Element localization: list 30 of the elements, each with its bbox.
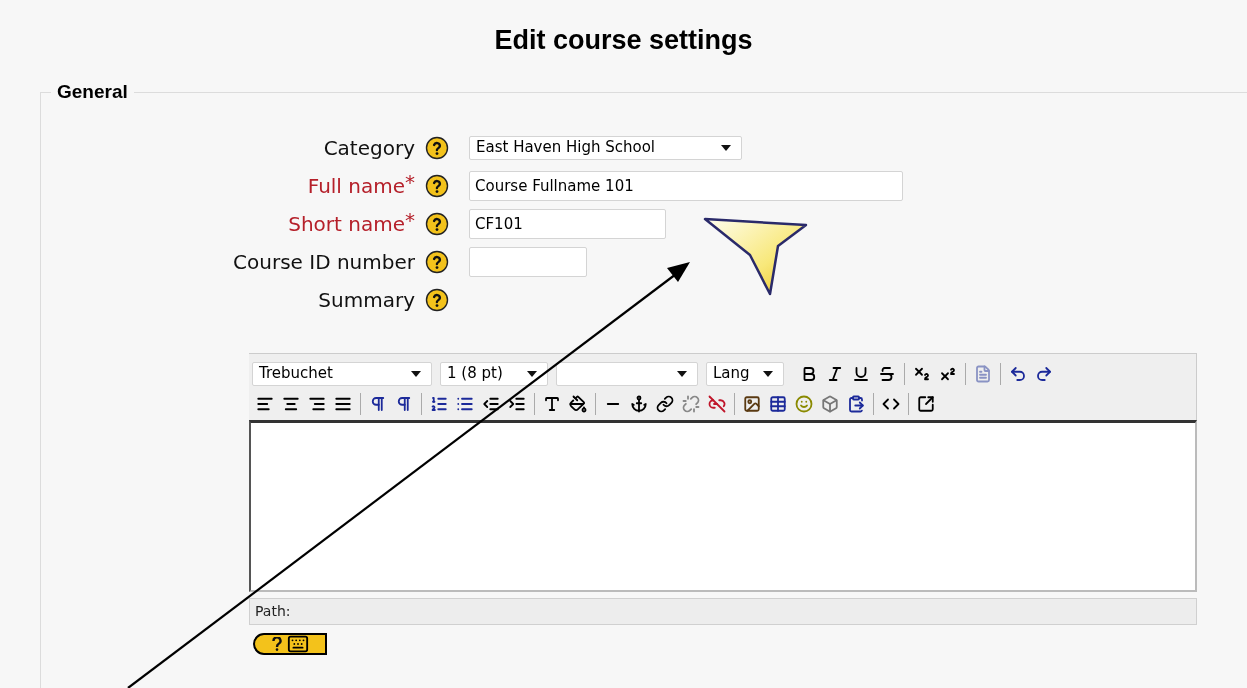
section-legend: General xyxy=(51,78,134,107)
field-label: Full name xyxy=(307,172,405,200)
font-select[interactable]: Trebuchet xyxy=(252,361,432,386)
caret-icon xyxy=(677,370,687,377)
help-icon[interactable] xyxy=(425,249,449,274)
text-field[interactable] xyxy=(469,246,587,277)
size-select[interactable]: 1 (8 pt) xyxy=(440,361,548,386)
field-label: Category xyxy=(323,134,415,162)
required-mark: * xyxy=(405,209,415,230)
caret-icon xyxy=(527,370,537,377)
text-field[interactable]: CF101 xyxy=(469,208,666,239)
caret-icon xyxy=(763,370,773,377)
required-mark: * xyxy=(405,171,415,192)
field-label: Course ID number xyxy=(233,248,415,276)
lang-select[interactable]: Lang xyxy=(706,361,784,386)
page-title: Edit course settings xyxy=(494,23,753,57)
keyboard-help-button[interactable] xyxy=(253,632,327,655)
help-icon[interactable] xyxy=(425,287,449,312)
category-select[interactable]: East Haven High School xyxy=(469,135,742,160)
editor-text-area[interactable] xyxy=(249,419,1197,592)
help-icon[interactable] xyxy=(425,135,449,160)
question-mark-icon xyxy=(271,636,283,651)
help-icon[interactable] xyxy=(425,211,449,236)
path-label: Path: xyxy=(255,601,291,621)
field-label: Short name xyxy=(288,210,405,238)
text-field[interactable]: Course Fullname 101 xyxy=(469,170,903,201)
caret-icon xyxy=(411,370,421,377)
caret-icon xyxy=(721,144,731,151)
help-icon[interactable] xyxy=(425,173,449,198)
field-label: Summary xyxy=(318,286,415,314)
